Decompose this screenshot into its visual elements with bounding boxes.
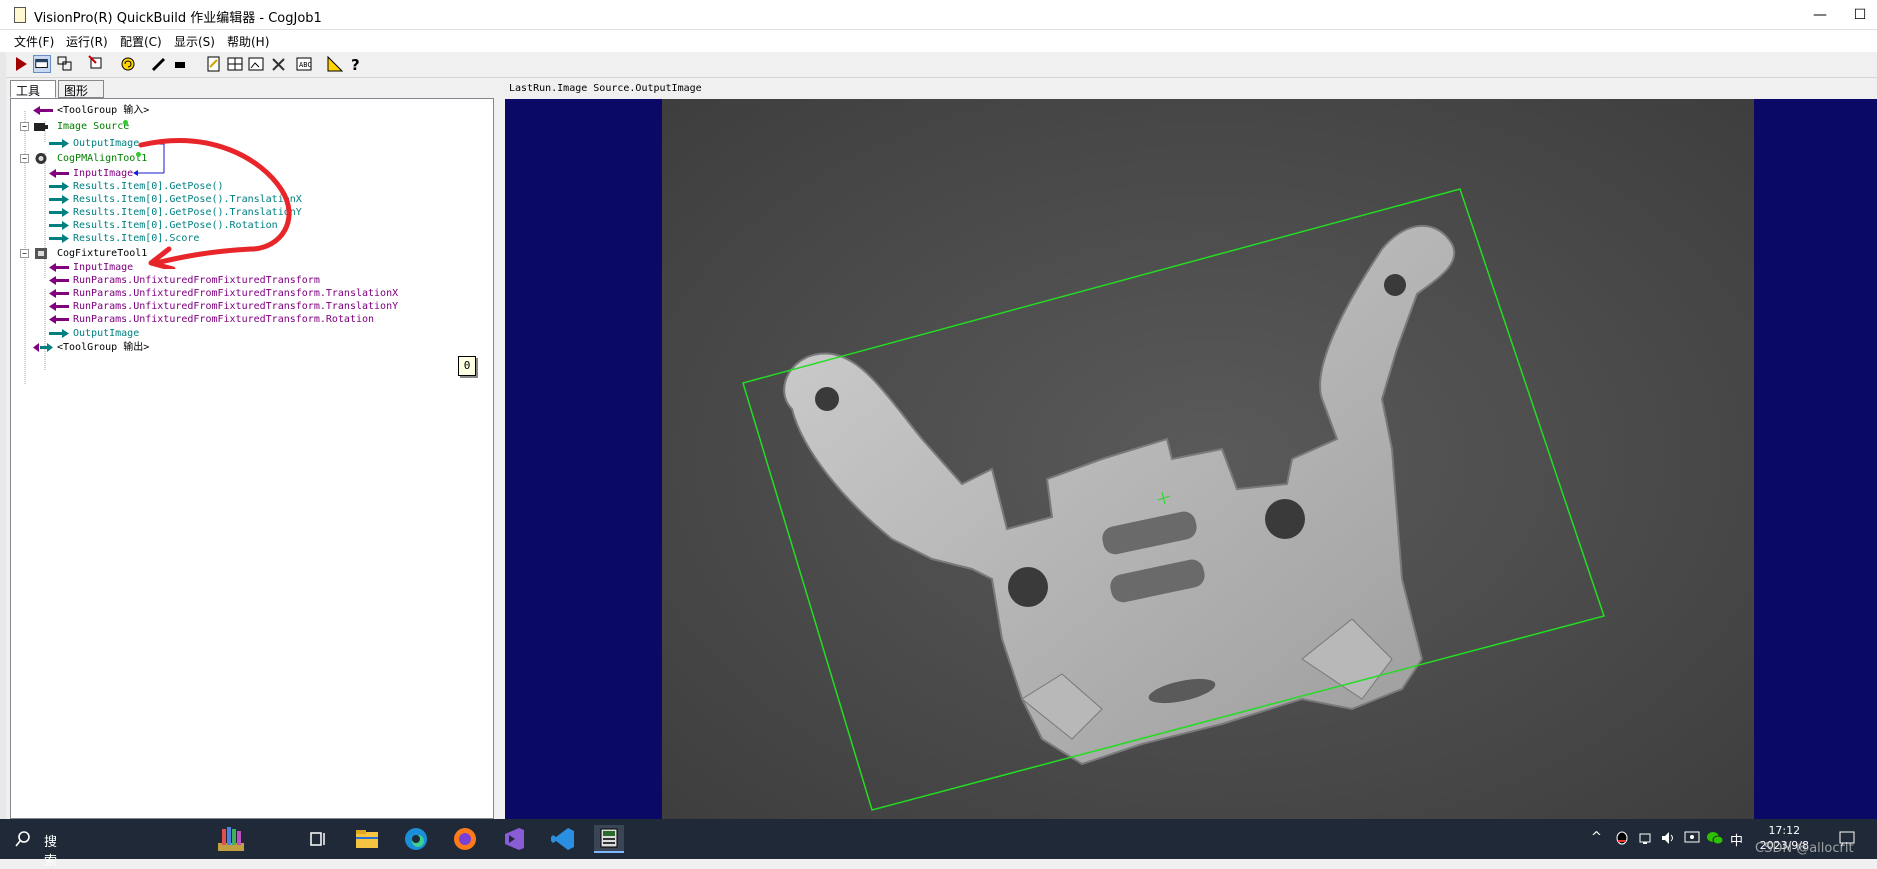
run-icon[interactable] bbox=[12, 55, 30, 73]
search-icon bbox=[15, 831, 30, 847]
maximize-button[interactable]: ☐ bbox=[1848, 4, 1872, 26]
image-viewer[interactable] bbox=[505, 99, 1877, 819]
svg-text:?: ? bbox=[351, 56, 360, 73]
input-arrow-icon bbox=[49, 276, 69, 285]
input-arrow-icon bbox=[49, 302, 69, 311]
display-caption: LastRun.Image Source.OutputImage bbox=[509, 83, 702, 94]
output-arrow-icon bbox=[49, 329, 69, 338]
toolbar: ABC ? bbox=[0, 52, 1877, 78]
tool-tree: <ToolGroup 输入> − Image Source OutputImag… bbox=[10, 98, 494, 819]
input-arrow-icon bbox=[49, 315, 69, 324]
camera-icon[interactable] bbox=[172, 55, 190, 73]
volume-icon[interactable] bbox=[1660, 830, 1676, 846]
menu-run[interactable]: 运行(R) bbox=[66, 33, 108, 50]
task-view-icon[interactable] bbox=[303, 825, 333, 853]
books-icon[interactable] bbox=[216, 825, 246, 853]
menu-config[interactable]: 配置(C) bbox=[120, 33, 162, 50]
value-badge: 0 bbox=[458, 356, 476, 376]
file-explorer-icon[interactable] bbox=[352, 825, 382, 853]
clock-time: 17:12 bbox=[1768, 824, 1801, 837]
network-icon[interactable] bbox=[1638, 830, 1654, 846]
visionpro-taskbar-button[interactable] bbox=[594, 825, 624, 853]
tool-window-icon[interactable] bbox=[33, 55, 51, 73]
window-title: VisionPro(R) QuickBuild 作业编辑器 - CogJob1 bbox=[34, 11, 322, 26]
tray-chevron-icon[interactable]: ^ bbox=[1591, 830, 1602, 845]
menu-file[interactable]: 文件(F) bbox=[14, 33, 54, 50]
display-icon[interactable] bbox=[56, 55, 74, 73]
grid-icon[interactable] bbox=[226, 55, 244, 73]
edge-browser-icon[interactable] bbox=[401, 825, 431, 853]
screen-icon[interactable] bbox=[1684, 830, 1700, 846]
search-label: 搜索 bbox=[44, 835, 58, 869]
menu-view[interactable]: 显示(S) bbox=[174, 33, 215, 50]
notification-icon[interactable] bbox=[1838, 830, 1856, 846]
edit-icon[interactable] bbox=[205, 55, 223, 73]
part-image bbox=[662, 99, 1754, 819]
tree-node-fixture-param[interactable]: RunParams.UnfixturedFromFixturedTransfor… bbox=[11, 312, 491, 327]
tab-tools[interactable]: 工具 bbox=[10, 80, 56, 98]
taskbar: 搜索 ^ 中 17:12 2023/9/8 CSDN @allocrlt bbox=[0, 819, 1877, 869]
visual-studio-icon[interactable] bbox=[499, 825, 529, 853]
title-bar: VisionPro(R) QuickBuild 作业编辑器 - CogJob1 … bbox=[0, 0, 1877, 30]
ime-indicator[interactable]: 中 bbox=[1730, 830, 1743, 849]
qq-icon[interactable] bbox=[1614, 830, 1630, 846]
red-annotation-arrow bbox=[138, 138, 292, 269]
vscode-icon[interactable] bbox=[548, 825, 578, 853]
wechat-icon[interactable] bbox=[1706, 830, 1724, 846]
refresh-icon[interactable] bbox=[119, 55, 137, 73]
output-arrow-icon bbox=[33, 343, 53, 352]
ruler-icon[interactable] bbox=[326, 55, 344, 73]
menu-help[interactable]: 帮助(H) bbox=[227, 33, 269, 50]
pen-icon[interactable] bbox=[150, 55, 168, 73]
minimize-button[interactable]: — bbox=[1808, 4, 1832, 26]
reset-icon[interactable] bbox=[88, 55, 106, 73]
menu-bar: 文件(F) 运行(R) 配置(C) 显示(S) 帮助(H) bbox=[0, 30, 1877, 52]
image-icon[interactable] bbox=[247, 55, 265, 73]
chart-icon[interactable]: ABC bbox=[295, 55, 313, 73]
tree-node-fixture-output[interactable]: OutputImage bbox=[11, 326, 491, 341]
tab-graphics[interactable]: 图形 bbox=[58, 80, 104, 98]
image-display-panel: LastRun.Image Source.OutputImage bbox=[503, 80, 1877, 819]
app-icon bbox=[14, 7, 26, 23]
tools-icon[interactable] bbox=[270, 55, 288, 73]
camera-image[interactable] bbox=[662, 99, 1754, 819]
firefox-icon[interactable] bbox=[450, 825, 480, 853]
input-arrow-icon bbox=[49, 289, 69, 298]
help-icon[interactable]: ? bbox=[347, 55, 365, 73]
tree-node-toolgroup-output[interactable]: <ToolGroup 输出> bbox=[11, 340, 491, 355]
visionpro-icon bbox=[600, 828, 618, 848]
left-edge bbox=[0, 52, 6, 819]
svg-text:ABC: ABC bbox=[299, 61, 312, 69]
app-window: VisionPro(R) QuickBuild 作业编辑器 - CogJob1 … bbox=[0, 0, 1877, 819]
